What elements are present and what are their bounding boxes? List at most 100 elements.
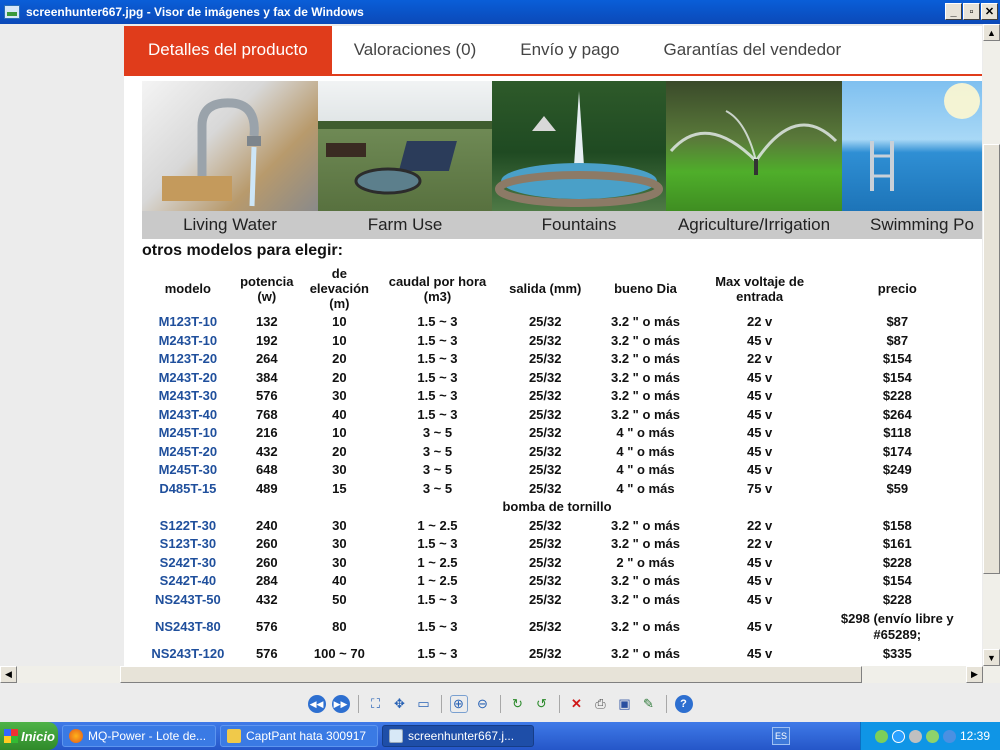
cell-head: 30 (332, 554, 347, 570)
rotate-clockwise-icon[interactable]: ↻ (509, 695, 527, 713)
photo-caption: Farm Use (318, 211, 492, 239)
application-photos: Living Water Farm Use Fountains Agricult… (142, 81, 982, 239)
cell-model[interactable]: S242T-30 (142, 554, 234, 573)
cell-flow: 1 ~ 2.5 (417, 573, 458, 589)
cell-flow: 3 ~ 5 (422, 425, 453, 441)
table-row: M123T-10 132 10 1.5 ~ 3 25/32 3.2 " o más 22 v… (142, 313, 972, 332)
cell-well: 3.2 " o más (610, 591, 681, 607)
folder-icon (227, 729, 241, 743)
product-tabs: Detalles del producto Valoraciones (0) E… (124, 26, 982, 76)
edit-icon[interactable]: ✎ (640, 695, 658, 713)
cell-outlet: 25/32 (528, 517, 562, 533)
table-row: M245T-20 432 20 3 ~ 5 25/32 4 " o más 45 v $174 (142, 443, 972, 462)
cell-model[interactable]: M243T-30 (142, 387, 234, 406)
cell-flow: 1.5 ~ 3 (417, 314, 458, 330)
start-button[interactable]: Inicio (0, 722, 58, 750)
cell-outlet: 25/32 (528, 369, 562, 385)
cell-model[interactable]: D485T-15 (142, 480, 234, 499)
cell-model[interactable]: S122T-30 (142, 517, 234, 536)
photo-fountains: Fountains (492, 81, 666, 239)
next-image-icon[interactable]: ▶▶ (331, 695, 350, 713)
col-head: de elevación (m) (309, 266, 369, 311)
print-icon[interactable]: ⎙ (592, 695, 610, 713)
cell-power: 216 (255, 425, 278, 441)
cell-outlet: 25/32 (528, 619, 562, 634)
cell-price: $59 (886, 480, 909, 496)
cell-model[interactable]: M245T-10 (142, 424, 234, 443)
table-header-row: modelo potencia (w) de elevación (m) cau… (142, 264, 972, 313)
cell-model[interactable]: S242T-40 (142, 572, 234, 591)
cell-model[interactable]: M243T-10 (142, 332, 234, 351)
scroll-left-icon[interactable]: ◀ (0, 666, 17, 683)
fountain-illustration (495, 91, 663, 207)
col-model: modelo (164, 281, 211, 296)
cell-power: 576 (255, 619, 278, 634)
cell-well: 3.2 " o más (610, 573, 681, 589)
tab-seller-warranty: Garantías del vendedor (663, 40, 842, 59)
cell-head: 40 (332, 406, 347, 422)
previous-image-icon[interactable]: ◀◀ (307, 695, 326, 713)
taskbar-item-captpant[interactable]: CaptPant hata 300917 (220, 725, 378, 747)
cell-power: 192 (255, 332, 278, 348)
faucet-illustration (162, 98, 261, 207)
help-icon[interactable]: ? (674, 695, 693, 713)
best-fit-icon[interactable]: ⛶ (367, 695, 385, 713)
cell-power: 264 (255, 351, 278, 367)
cell-outlet: 25/32 (528, 536, 562, 552)
horizontal-scroll-thumb[interactable] (120, 666, 862, 683)
slideshow-icon[interactable]: ▭ (415, 695, 433, 713)
cell-model[interactable]: NS243T-80 (142, 609, 234, 645)
models-table: modelo potencia (w) de elevación (m) cau… (142, 264, 972, 664)
scroll-right-icon[interactable]: ▶ (966, 666, 983, 683)
network-icon[interactable] (874, 729, 888, 743)
cell-flow: 1.5 ~ 3 (417, 369, 458, 385)
zoom-out-icon[interactable]: ⊖ (474, 695, 492, 713)
col-outlet: salida (mm) (509, 281, 582, 296)
cell-power: 432 (255, 443, 278, 459)
cell-model[interactable]: NS243T-50 (142, 591, 234, 610)
cell-model[interactable]: M243T-40 (142, 406, 234, 425)
photo-living-water: Living Water (142, 81, 318, 239)
cell-voltage: 45 v (746, 591, 773, 607)
vertical-scroll-thumb[interactable] (983, 144, 1000, 574)
cell-model[interactable]: M245T-20 (142, 443, 234, 462)
cell-voltage: 22 v (746, 351, 773, 367)
update-icon[interactable] (942, 729, 956, 743)
cell-outlet: 25/32 (528, 351, 562, 367)
minimize-button[interactable]: _ (945, 3, 962, 20)
section-row: bomba de tornillo (142, 498, 972, 517)
cell-head: 10 (332, 332, 347, 348)
cell-model[interactable]: NS243T-120 (142, 645, 234, 664)
cell-price: $87 (886, 332, 909, 348)
cell-model[interactable]: S123T-30 (142, 535, 234, 554)
zoom-in-icon[interactable]: ⊕ (449, 695, 468, 713)
window-titlebar[interactable]: screenhunter667.jpg - Visor de imágenes … (0, 0, 1000, 24)
scroll-up-icon[interactable]: ▲ (983, 24, 1000, 41)
volume-icon[interactable] (908, 729, 922, 743)
cell-model[interactable]: M123T-10 (142, 313, 234, 332)
cell-price: $249 (882, 462, 912, 478)
rotate-counterclockwise-icon[interactable]: ↺ (533, 695, 551, 713)
horizontal-scrollbar[interactable]: ◀ ▶ (0, 666, 1000, 683)
taskbar-item-mq-power[interactable]: MQ-Power - Lote de... (62, 725, 216, 747)
cell-model[interactable]: M123T-20 (142, 350, 234, 369)
cell-flow: 1 ~ 2.5 (417, 517, 458, 533)
delete-icon[interactable]: ✕ (568, 695, 586, 713)
cell-head: 20 (332, 443, 347, 459)
language-indicator[interactable]: ES (772, 727, 790, 745)
save-icon[interactable]: ▣ (616, 695, 634, 713)
taskbar-item-image-viewer[interactable]: screenhunter667.j... (382, 725, 534, 747)
cell-outlet: 25/32 (528, 480, 562, 496)
vertical-scrollbar[interactable]: ▲ ▼ (983, 24, 1000, 666)
cell-outlet: 25/32 (528, 443, 562, 459)
security-icon[interactable] (925, 729, 939, 743)
browser-tray-icon[interactable] (891, 729, 905, 743)
restore-button[interactable]: ▫ (963, 3, 980, 20)
toolbar-separator (558, 695, 560, 713)
cell-voltage: 45 v (746, 462, 773, 478)
cell-model[interactable]: M245T-30 (142, 461, 234, 480)
actual-size-icon[interactable]: ✥ (391, 695, 409, 713)
scroll-down-icon[interactable]: ▼ (983, 649, 1000, 666)
cell-model[interactable]: M243T-20 (142, 369, 234, 388)
close-button[interactable]: ✕ (981, 3, 998, 20)
